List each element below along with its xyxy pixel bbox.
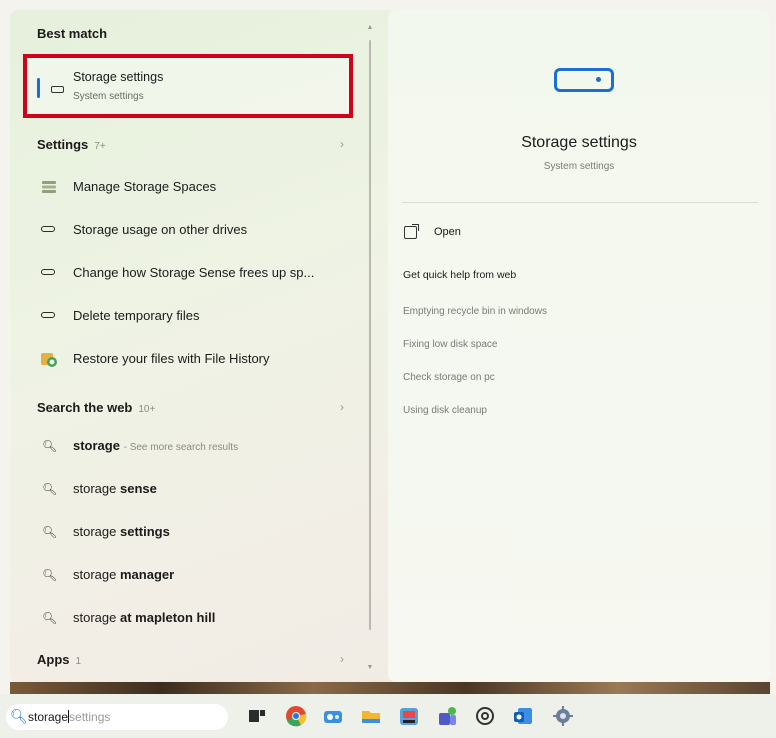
web-result-storage-mapleton-hill[interactable]: 🔍︎ storage at mapleton hill [37,602,357,632]
chrome-icon[interactable] [285,705,307,727]
help-link[interactable]: Using disk cleanup [403,405,487,416]
web-query-bold: settings [119,524,170,539]
open-external-icon[interactable] [404,224,419,239]
detail-subtitle: System settings [543,161,615,172]
drive-icon [41,226,55,232]
quick-help-heading: Get quick help from web [403,269,517,281]
settings-item-storage-sense[interactable]: Change how Storage Sense frees up sp... [37,257,357,287]
divider [402,202,758,203]
settings-item-storage-usage-other-drives[interactable]: Storage usage on other drives [37,214,357,244]
file-history-icon [41,353,57,367]
gear-icon[interactable] [552,705,574,727]
scroll-up-icon[interactable]: ▲ [366,24,374,32]
search-web-heading-label: Search the web [37,400,133,415]
settings-item-delete-temp-files[interactable]: Delete temporary files [37,300,357,330]
settings-heading[interactable]: Settings 7+ [37,137,106,152]
search-typed-text: storage [28,710,69,724]
web-query: storage [73,438,120,453]
web-query: storage [73,524,120,539]
web-result-storage-sense[interactable]: 🔍︎ storage sense [37,473,357,503]
search-icon: 🔍︎ [42,525,58,539]
desktop-wallpaper [10,682,770,694]
scrollbar-thumb[interactable] [369,40,371,630]
file-explorer-icon[interactable] [360,705,382,727]
storage-drive-icon [554,68,614,92]
start-search-panel: Best match Storage settings System setti… [10,10,770,682]
help-link[interactable]: Fixing low disk space [403,339,497,350]
web-result-storage[interactable]: 🔍︎ storage - See more search results [37,430,357,460]
search-icon: 🔍︎ [10,708,28,724]
detail-pane: Storage settings System settings Open Ge… [388,10,770,682]
storage-drive-icon [51,86,64,93]
search-web-count: 10+ [138,404,156,415]
settings-item-label: Restore your files with File History [73,351,270,366]
web-query-bold: at mapleton hill [119,610,216,625]
search-suggestion: settings [69,710,111,724]
outlook-icon[interactable] [512,705,534,727]
settings-heading-label: Settings [37,137,89,152]
web-query: storage [73,610,120,625]
chevron-right-icon[interactable]: › [340,400,344,414]
apps-count: 1 [75,656,82,667]
web-query-bold: manager [119,567,175,582]
teams-icon[interactable] [436,705,458,727]
best-match-result[interactable]: Storage settings System settings [23,54,353,118]
best-match-subtitle: System settings [73,91,144,102]
web-query: storage [73,481,120,496]
search-icon: 🔍︎ [42,568,58,582]
search-icon: 🔍︎ [42,439,58,453]
help-link[interactable]: Check storage on pc [403,372,495,383]
search-icon: 🔍︎ [42,611,58,625]
results-scrollbar[interactable]: ▲ ▼ [366,24,374,674]
settings-count: 7+ [94,141,106,152]
settings-item-label: Change how Storage Sense frees up sp... [73,265,315,280]
settings-item-manage-storage-spaces[interactable]: Manage Storage Spaces [37,171,357,201]
chatgpt-icon[interactable] [474,705,496,727]
drive-icon [41,269,55,275]
taskbar-search-box[interactable]: 🔍︎ storagesettings [6,704,228,730]
open-action[interactable]: Open [434,226,461,238]
detail-title: Storage settings [521,134,637,151]
settings-item-file-history[interactable]: Restore your files with File History [37,343,357,373]
settings-item-label: Delete temporary files [73,308,200,323]
search-icon: 🔍︎ [42,482,58,496]
web-result-storage-settings[interactable]: 🔍︎ storage settings [37,516,357,546]
snipping-tool-icon[interactable] [322,705,344,727]
settings-item-label: Storage usage on other drives [73,222,248,237]
scroll-down-icon[interactable]: ▼ [366,664,374,672]
taskbar: 🔍︎ storagesettings [0,694,776,738]
results-pane: Best match Storage settings System setti… [10,10,376,682]
apps-heading-label: Apps [37,652,70,667]
search-web-heading[interactable]: Search the web 10+ [37,400,155,415]
task-view-icon[interactable] [246,705,268,727]
web-query-bold: sense [119,481,157,496]
best-match-title: Storage settings [73,70,164,84]
chevron-right-icon[interactable]: › [340,652,344,666]
selection-indicator [37,78,40,98]
chevron-right-icon[interactable]: › [340,137,344,151]
best-match-heading: Best match [37,26,108,41]
web-result-storage-manager[interactable]: 🔍︎ storage manager [37,559,357,589]
web-query: storage [73,567,120,582]
apps-heading[interactable]: Apps 1 [37,652,81,667]
drive-icon [41,312,55,318]
store-app-icon[interactable] [398,705,420,727]
help-link[interactable]: Emptying recycle bin in windows [403,306,547,317]
web-hint: - See more search results [123,442,239,453]
storage-spaces-icon [42,181,56,193]
settings-item-label: Manage Storage Spaces [73,179,217,194]
